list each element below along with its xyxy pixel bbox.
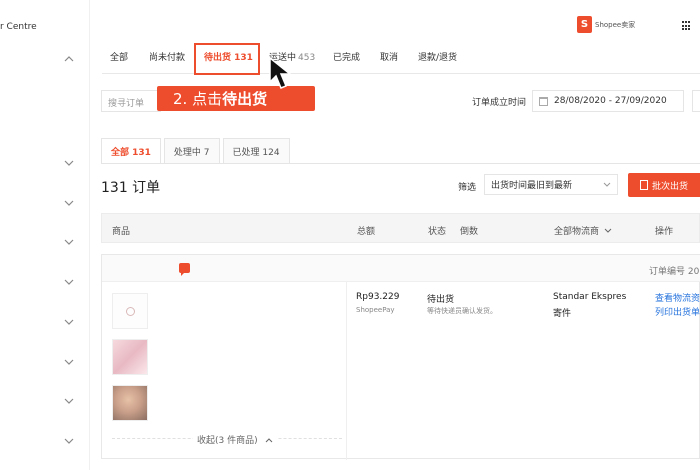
date-range-picker[interactable]: 28/08/2020 - 27/09/2020 <box>532 90 684 112</box>
status-tabs: 全部 尚未付款 待出货 131 运送中 453 已完成 取消 退款/退货 <box>102 42 700 74</box>
th-product: 商品 <box>112 227 131 237</box>
tab-unpaid[interactable]: 尚未付款 <box>149 50 185 63</box>
subtab-all[interactable]: 全部 131 <box>101 138 161 164</box>
brand[interactable]: S Shopee卖家 <box>577 16 635 33</box>
tab-completed[interactable]: 已完成 <box>333 50 360 63</box>
sort-label: 筛选 <box>458 183 477 193</box>
tab-highlight-box <box>194 43 260 75</box>
subtab-processing[interactable]: 处理中 7 <box>163 138 220 164</box>
th-action: 操作 <box>655 227 674 237</box>
chevron-down-icon[interactable] <box>64 317 74 327</box>
tab-all[interactable]: 全部 <box>110 50 128 63</box>
date-filter-label: 订单成立时间 <box>472 98 527 108</box>
tab-cancelled[interactable]: 取消 <box>380 50 398 63</box>
order-status: 待出货 <box>427 295 455 305</box>
order-status-note: 等待快递员确认发货。 <box>427 307 497 315</box>
view-logistics-link[interactable]: 查看物流资 <box>655 291 700 304</box>
chevron-down-icon[interactable] <box>64 158 74 168</box>
chevron-down-icon[interactable] <box>64 357 74 367</box>
document-icon <box>640 180 648 190</box>
chevron-down-icon[interactable] <box>64 436 74 446</box>
chevron-up-icon[interactable] <box>64 54 74 64</box>
product-thumbnail[interactable] <box>112 339 148 375</box>
date-extra-field[interactable] <box>692 90 700 112</box>
chevron-down-icon[interactable] <box>64 396 74 406</box>
th-logistics[interactable]: 全部物流商 <box>554 224 612 237</box>
mouse-cursor-icon <box>269 56 293 89</box>
shipping-method: 寄件 <box>553 309 572 319</box>
table-header: 商品 总额 状态 倒数 全部物流商 操作 <box>101 213 700 243</box>
shopee-logo: S <box>577 16 592 33</box>
subtab-divider <box>101 163 700 164</box>
print-waybill-link[interactable]: 列印出货单 <box>655 305 700 318</box>
chevron-up-icon <box>265 438 272 443</box>
product-thumbnail[interactable] <box>112 293 148 329</box>
chevron-down-icon <box>604 228 612 233</box>
order-header: 订单编号 200 <box>102 255 700 282</box>
search-input[interactable]: 搜寻订单 <box>101 90 161 112</box>
th-countdown: 倒数 <box>460 227 479 237</box>
chevron-down-icon[interactable] <box>64 237 74 247</box>
apps-grid-icon[interactable] <box>682 21 692 31</box>
chevron-down-icon[interactable] <box>64 198 74 208</box>
sidebar-title: r Centre <box>0 22 37 32</box>
date-range-value: 28/08/2020 - 27/09/2020 <box>554 96 667 106</box>
tab-refund[interactable]: 退款/退货 <box>418 50 457 63</box>
shipping-carrier: Standar Ekspres <box>553 292 627 302</box>
th-status: 状态 <box>428 227 447 237</box>
order-card: 订单编号 200 收起(3 件商品) Rp93.229 ShopeePay 待出… <box>101 254 700 460</box>
th-total: 总额 <box>357 227 376 237</box>
sub-tabs: 全部 131 处理中 7 已处理 124 <box>101 138 290 164</box>
collapse-products-toggle[interactable]: 收起(3 件商品) <box>193 433 277 446</box>
brand-name: Shopee卖家 <box>595 20 636 29</box>
product-thumbnail[interactable] <box>112 385 148 421</box>
sidebar: r Centre <box>0 0 90 470</box>
chevron-down-icon[interactable] <box>64 277 74 287</box>
chat-icon[interactable] <box>179 263 190 276</box>
batch-ship-button[interactable]: 批次出货 <box>628 173 700 197</box>
calendar-icon <box>539 96 548 106</box>
order-number: 订单编号 200 <box>649 267 700 277</box>
chevron-down-icon <box>603 182 611 187</box>
order-total: Rp93.229 <box>356 292 400 302</box>
payment-method: ShopeePay <box>356 306 395 314</box>
orders-count: 131 订单 <box>101 180 161 196</box>
subtab-processed[interactable]: 已处理 124 <box>222 138 290 164</box>
column-divider <box>346 282 347 460</box>
sort-select[interactable]: 出货时间最旧到最新 <box>484 174 618 195</box>
